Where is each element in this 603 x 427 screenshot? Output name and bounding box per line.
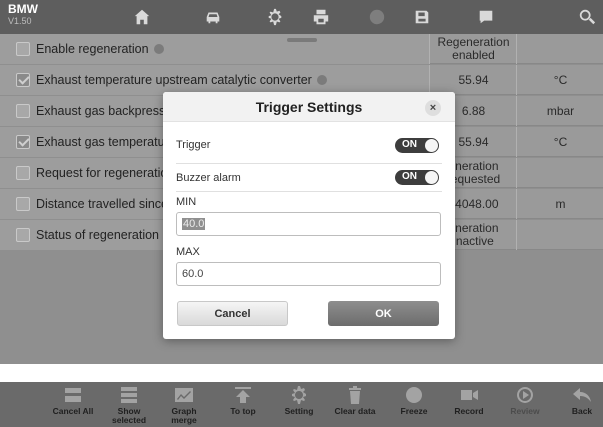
back-icon [571,386,593,404]
row-label: Exhaust temperature upstream catalytic c… [36,73,327,87]
row-unit: °C [553,135,568,149]
cancel-all-icon [62,386,84,404]
record-button[interactable]: Record [444,386,494,416]
row-checkbox[interactable] [16,73,30,87]
row-checkbox[interactable] [16,42,30,56]
max-input[interactable]: 60.0 [176,262,441,286]
back-button[interactable]: Back [557,386,603,416]
review-icon [514,386,536,404]
row-checkbox[interactable] [16,104,30,118]
toggle-knob [425,171,438,184]
row-checkbox[interactable] [16,228,30,242]
dialog-header: Trigger Settings × [163,92,455,122]
row-checkbox[interactable] [16,166,30,180]
review-button[interactable]: Review [500,386,550,416]
row-label: Exhaust gas backpress [36,104,166,118]
toggle-state: ON [402,139,417,150]
row-label: Status of regeneration [36,228,159,242]
trash-icon [344,386,366,404]
graph-merge-icon [173,386,195,404]
row-unit: m [555,197,566,211]
row-unit: °C [553,73,568,87]
min-input[interactable]: 40.0 [176,212,441,236]
dialog-title: Trigger Settings [255,99,363,115]
cancel-button[interactable]: Cancel [177,301,288,326]
min-label: MIN [176,196,197,208]
trigger-label: Trigger [176,139,211,151]
row-label: Distance travelled since [36,197,169,211]
vehicle-icon[interactable] [202,7,224,27]
to-top-icon [232,386,254,404]
buzzer-alarm-label: Buzzer alarm [176,172,241,184]
buzzer-alarm-toggle[interactable]: ON [395,170,439,185]
max-label: MAX [176,246,200,258]
record-icon [458,386,480,404]
print-icon[interactable] [310,7,332,27]
to-top-button[interactable]: To top [218,386,268,416]
row-label: Request for regeneratio [36,166,168,180]
freeze-button[interactable]: Freeze [389,386,439,416]
help-icon[interactable] [366,7,388,27]
message-icon[interactable] [475,7,497,27]
info-icon[interactable] [153,44,164,54]
setting-icon [288,386,310,404]
row-label: Exhaust gas temperatu [36,135,165,149]
home-icon[interactable] [131,7,153,27]
row-unit [518,34,603,64]
trigger-settings-dialog: Trigger Settings × Trigger ON Buzzer ala… [163,92,455,339]
app-title: BMW [8,2,38,16]
drag-handle[interactable] [287,38,317,42]
divider [176,163,442,164]
row-checkbox[interactable] [16,197,30,211]
bottom-toolbar: Cancel All Show selected Graph merge To … [0,382,603,427]
cancel-all-button[interactable]: Cancel All [48,386,98,416]
toggle-state: ON [402,171,417,182]
graph-merge-button[interactable]: Graph merge [159,386,209,425]
save-icon[interactable] [411,7,433,27]
row-value: Regeneration enabled [431,34,517,64]
list-item[interactable]: Exhaust temperature upstream catalytic c… [0,65,603,95]
search-icon[interactable] [576,7,598,27]
close-icon[interactable]: × [425,100,441,116]
row-label: Enable regeneration [36,42,164,56]
row-unit [518,158,603,188]
clear-data-button[interactable]: Clear data [330,386,380,416]
info-icon[interactable] [316,75,327,85]
freeze-icon [403,386,425,404]
show-selected-button[interactable]: Show selected [104,386,154,425]
setting-button[interactable]: Setting [274,386,324,416]
min-value: 40.0 [182,218,206,230]
show-selected-icon [118,386,140,404]
brand: BMW V1.50 [8,3,38,27]
toggle-knob [425,139,438,152]
trigger-toggle[interactable]: ON [395,138,439,153]
max-value: 60.0 [182,268,204,280]
divider [176,191,442,192]
top-bar: BMW V1.50 [0,0,603,34]
ok-button[interactable]: OK [328,301,439,326]
app-version: V1.50 [8,16,32,26]
row-checkbox[interactable] [16,135,30,149]
row-unit: mbar [546,104,575,118]
row-unit [518,220,603,250]
row-value: 55.94 [431,65,517,95]
settings-icon[interactable] [264,7,286,27]
